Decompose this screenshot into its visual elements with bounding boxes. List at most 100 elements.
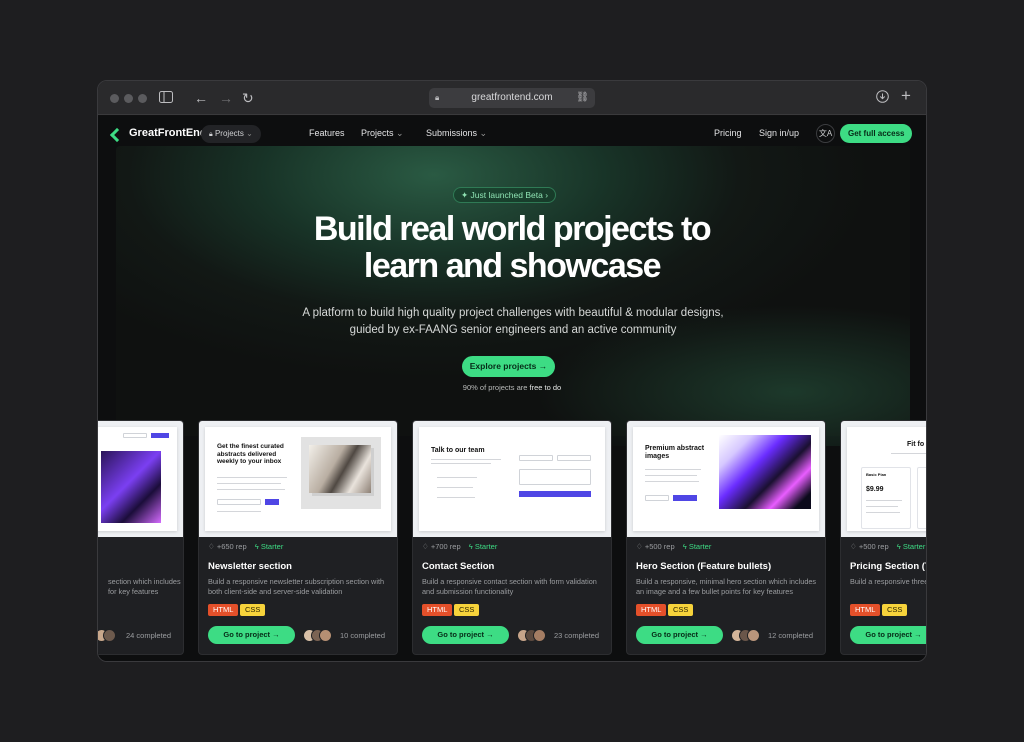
brand-logo[interactable]: GreatFrontEnd bbox=[112, 127, 207, 139]
thumbnail-line bbox=[217, 489, 285, 490]
project-thumbnail: Get the finest curated abstracts deliver… bbox=[199, 421, 397, 537]
thumbnail-plan-name: Basic Plan bbox=[866, 472, 887, 477]
thumbnail-line bbox=[217, 511, 261, 512]
project-card[interactable]: Premium abstract images ♢ +500 rep ϟ Sta… bbox=[626, 420, 826, 655]
hero-title: Build real world projects to learn and s… bbox=[98, 211, 926, 285]
completed-count: 10 completed bbox=[340, 631, 386, 640]
completed-count: 23 completed bbox=[554, 631, 600, 640]
project-cards-carousel: section which includes for key features … bbox=[98, 420, 926, 660]
brand-name: GreatFrontEnd bbox=[129, 127, 207, 139]
completed-avatars bbox=[517, 629, 551, 642]
go-to-project-button[interactable]: Go to project → bbox=[422, 626, 509, 644]
thumbnail-line bbox=[437, 477, 477, 478]
top-navigation: GreatFrontEnd 🔒︎ Projects ⌄ Features Pro… bbox=[98, 116, 926, 154]
beta-badge[interactable]: ✦ Just launched Beta › bbox=[453, 187, 557, 203]
nav-submissions[interactable]: Submissions ⌄ bbox=[426, 128, 487, 139]
thumbnail-title: Premium abstract images bbox=[645, 445, 705, 460]
go-to-project-button[interactable]: Go to project → bbox=[208, 626, 295, 644]
thumbnail-line bbox=[866, 500, 902, 501]
thumbnail-line bbox=[437, 487, 473, 488]
thumbnail-line bbox=[217, 477, 287, 478]
thumbnail-abstract-image bbox=[719, 435, 811, 509]
level-label: Starter bbox=[260, 542, 284, 551]
rep-value: +500 rep bbox=[644, 542, 675, 551]
tag-css: CSS bbox=[454, 604, 480, 616]
completed-avatars bbox=[98, 629, 123, 642]
tag-html: HTML bbox=[208, 604, 239, 616]
thumbnail-line bbox=[645, 481, 699, 482]
bolt-icon: ϟ bbox=[896, 542, 901, 551]
nav-submissions-label: Submissions bbox=[426, 128, 478, 138]
minimize-window-dot[interactable] bbox=[124, 94, 133, 103]
reload-icon[interactable]: ↻ bbox=[242, 90, 254, 106]
lock-icon: 🔒︎ bbox=[209, 131, 213, 138]
thumbnail-field bbox=[557, 455, 591, 461]
thumbnail-abstract-image bbox=[101, 451, 161, 523]
thumbnail-line bbox=[431, 463, 491, 464]
thumbnail-page: Fit fo Basic Plan $9.99 bbox=[847, 427, 926, 531]
project-card[interactable]: Get the finest curated abstracts deliver… bbox=[198, 420, 398, 655]
tag-css: CSS bbox=[668, 604, 694, 616]
translate-icon[interactable]: 文A bbox=[816, 124, 835, 143]
rep-value: +700 rep bbox=[430, 542, 461, 551]
close-window-dot[interactable] bbox=[110, 94, 119, 103]
free-note-prefix: 90% of projects are bbox=[462, 383, 530, 392]
project-description: Build a responsive, minimal hero section… bbox=[636, 577, 817, 596]
bolt-icon: ϟ bbox=[468, 542, 473, 551]
download-icon[interactable] bbox=[876, 90, 889, 106]
hero-subtitle: A platform to build high quality project… bbox=[302, 307, 724, 336]
level-label: Starter bbox=[474, 542, 498, 551]
project-card[interactable]: Talk to our team ♢ +700 rep ϟ Starter Co… bbox=[412, 420, 612, 655]
projects-pill[interactable]: 🔒︎ Projects ⌄ bbox=[201, 125, 261, 143]
thumbnail-plan-card bbox=[917, 467, 926, 529]
free-projects-note: 90% of projects are free to do bbox=[98, 383, 926, 392]
explore-projects-button[interactable]: Explore projects → bbox=[462, 356, 555, 377]
project-thumbnail bbox=[98, 421, 183, 537]
project-card[interactable]: section which includes for key features … bbox=[98, 420, 184, 655]
forward-arrow-icon[interactable]: → bbox=[219, 90, 233, 106]
explore-projects-label: Explore projects bbox=[469, 361, 537, 371]
tag-css: CSS bbox=[882, 604, 908, 616]
share-link-icon[interactable]: ⛓︎ bbox=[576, 88, 589, 108]
thumbnail-email-field bbox=[217, 499, 261, 505]
completed-avatars bbox=[731, 629, 765, 642]
project-meta: ♢ +500 rep ϟ Starter bbox=[636, 542, 711, 551]
avatar bbox=[747, 629, 760, 642]
thumbnail-page: Talk to our team bbox=[419, 427, 605, 531]
avatar bbox=[533, 629, 546, 642]
rep-value: +500 rep bbox=[858, 542, 889, 551]
thumbnail-field bbox=[519, 455, 553, 461]
nav-projects-label: Projects bbox=[361, 128, 394, 138]
project-thumbnail: Fit fo Basic Plan $9.99 bbox=[841, 421, 926, 537]
go-to-project-button[interactable]: Go to project → bbox=[850, 626, 926, 644]
thumbnail-plan-price: $9.99 bbox=[866, 486, 884, 493]
nav-features[interactable]: Features bbox=[309, 128, 345, 138]
avatar bbox=[103, 629, 116, 642]
project-meta: ♢ +500 rep ϟ Starter bbox=[850, 542, 925, 551]
tag-css: CSS bbox=[240, 604, 266, 616]
sidebar-icon[interactable] bbox=[159, 90, 173, 106]
maximize-window-dot[interactable] bbox=[138, 94, 147, 103]
thumbnail-title: Get the finest curated abstracts deliver… bbox=[217, 443, 284, 465]
nav-projects[interactable]: Projects ⌄ bbox=[361, 128, 404, 139]
beta-badge-label: Just launched Beta bbox=[470, 190, 543, 200]
project-thumbnail: Talk to our team bbox=[413, 421, 611, 537]
go-to-project-button[interactable]: Go to project → bbox=[636, 626, 723, 644]
nav-sign-in[interactable]: Sign in/up bbox=[759, 128, 799, 138]
new-tab-plus-icon[interactable]: + bbox=[901, 87, 911, 104]
project-description: section which includes for key features bbox=[108, 577, 181, 596]
project-title: Newsletter section bbox=[208, 561, 292, 572]
level-label: Starter bbox=[688, 542, 712, 551]
project-card[interactable]: Fit fo Basic Plan $9.99 ♢ +500 rep ϟ Sta… bbox=[840, 420, 926, 655]
thumbnail-button bbox=[151, 433, 169, 438]
rep-value: +650 rep bbox=[216, 542, 247, 551]
nav-pricing[interactable]: Pricing bbox=[714, 128, 742, 138]
arrow-right-icon: → bbox=[538, 361, 548, 371]
bolt-icon: ϟ bbox=[254, 542, 259, 551]
thumbnail-page: Premium abstract images bbox=[633, 427, 819, 531]
project-description: Build a responsive newsletter subscripti… bbox=[208, 577, 385, 596]
back-arrow-icon[interactable]: ← bbox=[194, 90, 208, 106]
get-full-access-button[interactable]: Get full access bbox=[840, 124, 913, 143]
address-bar[interactable]: 🔒︎ greatfrontend.com ⛓︎ bbox=[429, 88, 595, 108]
hero-title-line-1: Build real world projects to bbox=[313, 210, 712, 248]
